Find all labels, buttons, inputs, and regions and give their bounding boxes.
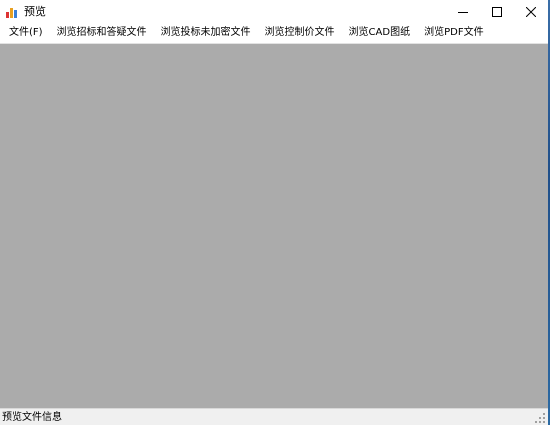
menu-browse-cad[interactable]: 浏览CAD图纸 [342,23,418,43]
menu-browse-pdf[interactable]: 浏览PDF文件 [417,23,490,43]
status-bar: 预览文件信息 [0,408,548,425]
caption-buttons [446,0,548,23]
window-title: 预览 [24,5,46,18]
preview-area[interactable] [0,44,548,408]
minimize-icon [458,11,468,13]
menu-browse-control-price[interactable]: 浏览控制价文件 [258,23,342,43]
close-icon [526,6,536,17]
app-icon [6,6,18,18]
title-bar[interactable]: 预览 [0,0,548,23]
resize-grip-icon[interactable] [535,413,546,424]
minimize-button[interactable] [446,0,480,23]
menu-bar: 文件(F) 浏览招标和答疑文件 浏览投标未加密文件 浏览控制价文件 浏览CAD图… [0,23,548,44]
menu-browse-unencrypted-bid[interactable]: 浏览投标未加密文件 [154,23,258,43]
maximize-button[interactable] [480,0,514,23]
maximize-icon [492,6,502,17]
menu-browse-bidding-qa[interactable]: 浏览招标和答疑文件 [50,23,154,43]
status-text: 预览文件信息 [2,412,62,423]
menu-file[interactable]: 文件(F) [0,23,50,43]
preview-window: 预览 文件(F) 浏览招标和答疑文件 浏览投标未加密文件 浏览控制价文件 浏览C… [0,0,548,425]
close-button[interactable] [514,0,548,23]
